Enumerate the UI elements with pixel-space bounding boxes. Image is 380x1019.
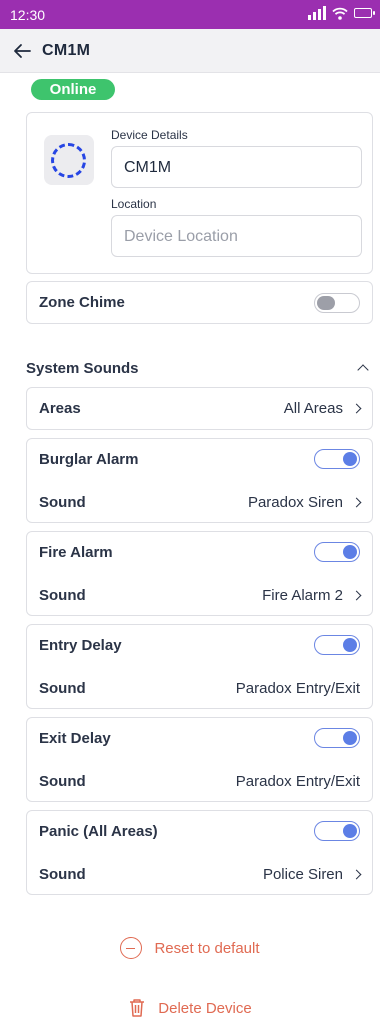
- device-details-label: Device Details: [111, 128, 188, 142]
- burglar-alarm-toggle[interactable]: [314, 449, 360, 469]
- panic-toggle[interactable]: [314, 821, 360, 841]
- areas-value-text: All Areas: [283, 400, 343, 417]
- entry-sound-value[interactable]: Paradox Entry/Exit: [236, 680, 360, 697]
- status-icons: [308, 6, 375, 20]
- exit-sound-text: Paradox Entry/Exit: [235, 773, 360, 790]
- delete-device-button[interactable]: Delete Device: [0, 998, 380, 1018]
- areas-value[interactable]: All Areas: [283, 400, 362, 417]
- location-field[interactable]: Device Location: [111, 215, 362, 257]
- minus-circle-icon: [120, 937, 143, 959]
- back-arrow-icon[interactable]: [12, 41, 34, 61]
- page-title: CM1M: [42, 42, 91, 59]
- panic-sound-text: Police Siren: [262, 866, 343, 883]
- areas-row[interactable]: Areas All Areas: [26, 387, 373, 430]
- exit-delay-label: Exit Delay: [39, 730, 111, 747]
- zone-chime-label: Zone Chime: [39, 294, 125, 311]
- reset-to-default-button[interactable]: Reset to default: [0, 937, 380, 959]
- chevron-up-icon[interactable]: [357, 364, 369, 376]
- chevron-right-icon: [351, 403, 362, 414]
- system-sounds-title: System Sounds: [26, 360, 139, 377]
- areas-label: Areas: [39, 400, 81, 417]
- exit-delay-toggle[interactable]: [314, 728, 360, 748]
- zone-chime-card: Zone Chime: [26, 281, 373, 324]
- exit-delay-card: Exit Delay Sound Paradox Entry/Exit: [26, 717, 373, 802]
- battery-icon: [354, 8, 375, 18]
- entry-delay-label: Entry Delay: [39, 637, 122, 654]
- wifi-icon: [332, 7, 348, 20]
- fire-alarm-label: Fire Alarm: [39, 544, 113, 561]
- entry-delay-toggle[interactable]: [314, 635, 360, 655]
- exit-sound-value[interactable]: Paradox Entry/Exit: [236, 773, 360, 790]
- status-bar: 12:30: [0, 0, 380, 29]
- exit-sound-label: Sound: [39, 773, 86, 790]
- device-name-field[interactable]: CM1M: [111, 146, 362, 188]
- trash-icon: [130, 999, 145, 1017]
- fire-alarm-toggle[interactable]: [314, 542, 360, 562]
- panic-label: Panic (All Areas): [39, 823, 158, 840]
- device-details-card: Device Details CM1M Location Device Loca…: [26, 112, 373, 274]
- panic-sound-label: Sound: [39, 866, 86, 883]
- panic-card: Panic (All Areas) Sound Police Siren: [26, 810, 373, 895]
- burglar-sound-text: Paradox Siren: [247, 494, 343, 511]
- burglar-sound-value[interactable]: Paradox Siren: [247, 494, 362, 511]
- fire-alarm-card: Fire Alarm Sound Fire Alarm 2: [26, 531, 373, 616]
- location-label: Location: [111, 197, 157, 211]
- device-icon: [44, 135, 94, 185]
- fire-sound-text: Fire Alarm 2: [262, 587, 343, 604]
- chevron-right-icon: [351, 869, 362, 880]
- entry-sound-label: Sound: [39, 680, 86, 697]
- signal-icon: [308, 6, 326, 20]
- zone-chime-toggle[interactable]: [314, 293, 360, 313]
- chevron-right-icon: [351, 497, 362, 508]
- reset-label: Reset to default: [154, 939, 260, 957]
- entry-sound-text: Paradox Entry/Exit: [235, 680, 360, 697]
- burglar-alarm-label: Burglar Alarm: [39, 451, 139, 468]
- burglar-alarm-card: Burglar Alarm Sound Paradox Siren: [26, 438, 373, 523]
- fire-sound-label: Sound: [39, 587, 86, 604]
- burglar-sound-label: Sound: [39, 494, 86, 511]
- delete-label: Delete Device: [158, 999, 252, 1017]
- panic-sound-value[interactable]: Police Siren: [262, 866, 362, 883]
- fire-sound-value[interactable]: Fire Alarm 2: [262, 587, 362, 604]
- status-badge: Online: [31, 79, 115, 100]
- entry-delay-card: Entry Delay Sound Paradox Entry/Exit: [26, 624, 373, 709]
- chevron-right-icon: [351, 590, 362, 601]
- status-time: 12:30: [10, 7, 46, 23]
- app-bar: CM1M: [0, 29, 380, 73]
